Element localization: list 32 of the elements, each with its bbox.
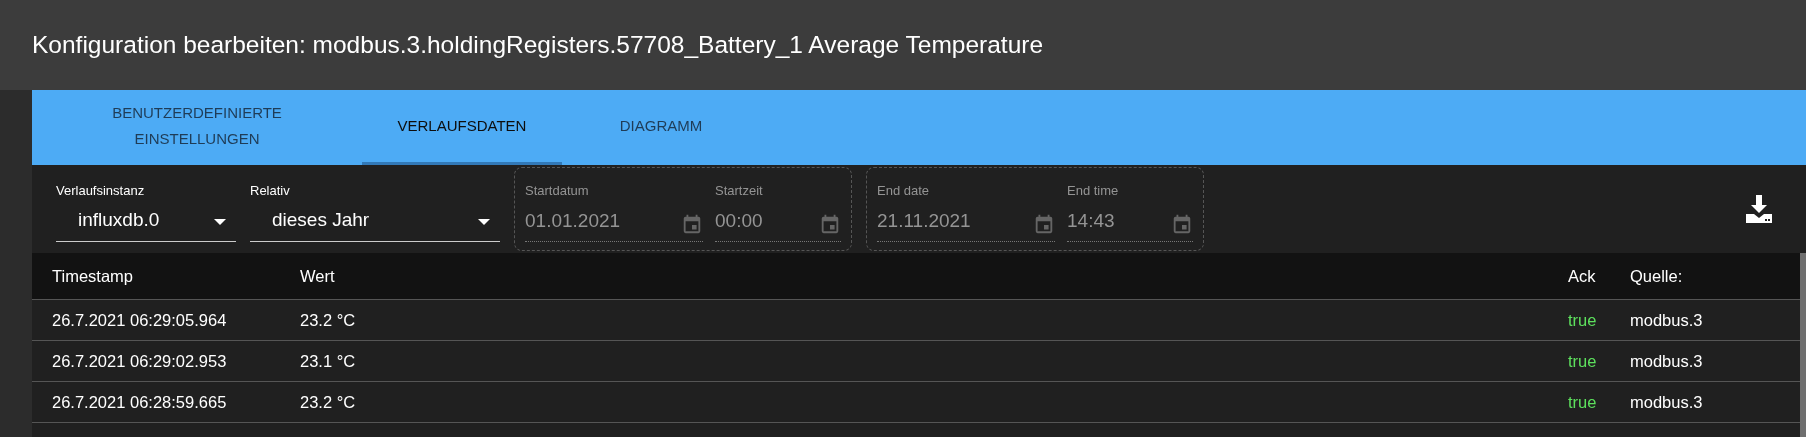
table-cell-text: 23.1 °C: [300, 350, 357, 372]
table-cell-text: true: [1568, 309, 1598, 331]
download-icon[interactable]: [1744, 194, 1774, 224]
table-cell-text: 23.2 °C: [300, 391, 357, 413]
table-cell-text: 23.2 °C: [300, 309, 357, 331]
time-field: Startzeit 00:00: [715, 176, 841, 242]
table-cell-text: modbus.3: [1630, 350, 1704, 372]
select-field[interactable]: Relativ dieses Jahr: [250, 176, 500, 242]
caret-icon: [478, 218, 490, 225]
table-cell-text: 26.7.2021 06:28:59.665: [51, 391, 228, 413]
calendar-icon: [1171, 213, 1193, 235]
column-header: Timestamp: [51, 265, 134, 287]
dialog-title: Konfiguration bearbeiten: modbus.3.holdingRegisters.57708_Battery_1 Average Temperature: [32, 29, 1044, 60]
column-header: Ack: [1568, 265, 1597, 287]
column-header: Quelle:: [1630, 265, 1684, 287]
table-cell-text: true: [1568, 391, 1598, 413]
table-cell-text: 26.7.2021 06:29:02.953: [51, 350, 228, 372]
calendar-icon: [681, 213, 703, 235]
table-cell-text: modbus.3: [1630, 391, 1704, 413]
column-header: Wert: [300, 265, 336, 287]
table-cell-text: true: [1568, 350, 1598, 372]
calendar-icon: [1033, 213, 1055, 235]
select-field[interactable]: Verlaufsinstanz influxdb.0: [56, 176, 236, 242]
tab[interactable]: DIAGRAMM: [562, 90, 760, 165]
date-field: Startdatum 01.01.2021: [525, 176, 703, 242]
calendar-icon: [819, 213, 841, 235]
caret-icon: [214, 218, 226, 225]
table-cell-text: modbus.3: [1630, 309, 1704, 331]
date-field: End date 21.11.2021: [877, 176, 1055, 242]
table-cell-text: 26.7.2021 06:29:05.964: [51, 309, 228, 331]
time-field: End time 14:43: [1067, 176, 1193, 242]
tab[interactable]: BENUTZERDEFINIERTE EINSTELLUNGEN: [32, 90, 362, 165]
